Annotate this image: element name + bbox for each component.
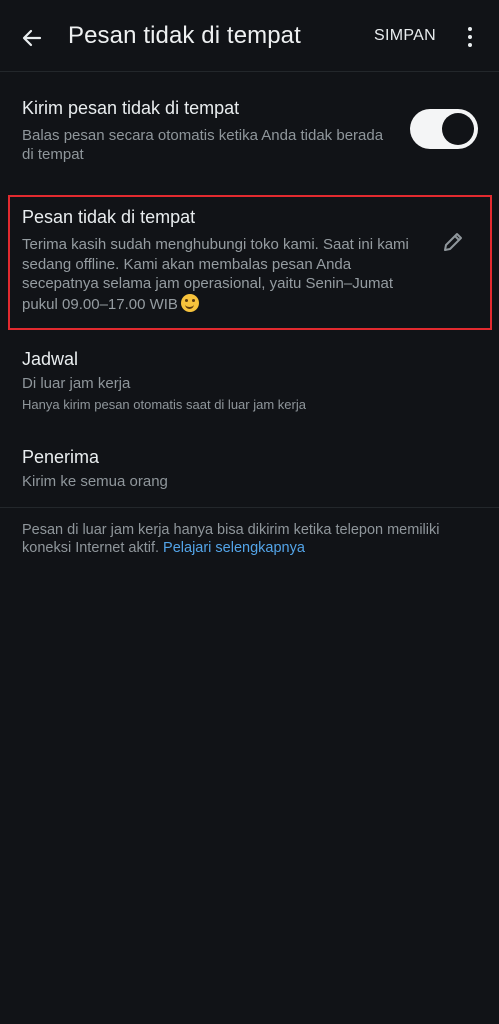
- footer-note: Pesan di luar jam kerja hanya bisa dikir…: [22, 521, 462, 557]
- page-title: Pesan tidak di tempat: [68, 22, 301, 49]
- back-button[interactable]: [12, 18, 52, 58]
- schedule-title: Jadwal: [22, 349, 79, 369]
- send-away-description: Balas pesan secara otomatis ketika Anda …: [22, 127, 384, 163]
- away-message-body: Terima kasih sudah menghubungi toko kami…: [22, 236, 409, 313]
- toggle-knob: [442, 113, 474, 145]
- more-vertical-icon: [468, 27, 472, 31]
- more-options-button[interactable]: [458, 20, 482, 54]
- away-message-item[interactable]: Pesan tidak di tempat Terima kasih sudah…: [8, 195, 492, 330]
- save-button[interactable]: SIMPAN: [374, 27, 436, 45]
- away-message-text: Terima kasih sudah menghubungi toko kami…: [22, 235, 422, 314]
- schedule-value: Di luar jam kerja: [22, 375, 131, 392]
- edit-message-button[interactable]: [438, 227, 468, 257]
- away-message-title: Pesan tidak di tempat: [22, 207, 196, 227]
- send-away-toggle[interactable]: [410, 109, 478, 149]
- recipient-title: Penerima: [22, 447, 100, 467]
- away-message-screen: Pesan tidak di tempat SIMPAN Kirim pesan…: [0, 0, 499, 1024]
- send-away-title: Kirim pesan tidak di tempat: [22, 98, 240, 118]
- send-away-message-row[interactable]: Kirim pesan tidak di tempat Balas pesan …: [0, 88, 499, 172]
- recipient-row[interactable]: Penerima Kirim ke semua orang: [0, 444, 499, 504]
- arrow-left-icon: [22, 29, 42, 47]
- recipient-value: Kirim ke semua orang: [22, 473, 168, 490]
- schedule-note: Hanya kirim pesan otomatis saat di luar …: [22, 397, 306, 412]
- pencil-icon: [444, 233, 462, 251]
- smiling-face-icon: [180, 293, 199, 312]
- learn-more-link[interactable]: Pelajari selengkapnya: [163, 540, 305, 556]
- app-bar: Pesan tidak di tempat SIMPAN: [0, 0, 499, 72]
- divider: [0, 507, 499, 508]
- schedule-row[interactable]: Jadwal Di luar jam kerja Hanya kirim pes…: [0, 346, 499, 426]
